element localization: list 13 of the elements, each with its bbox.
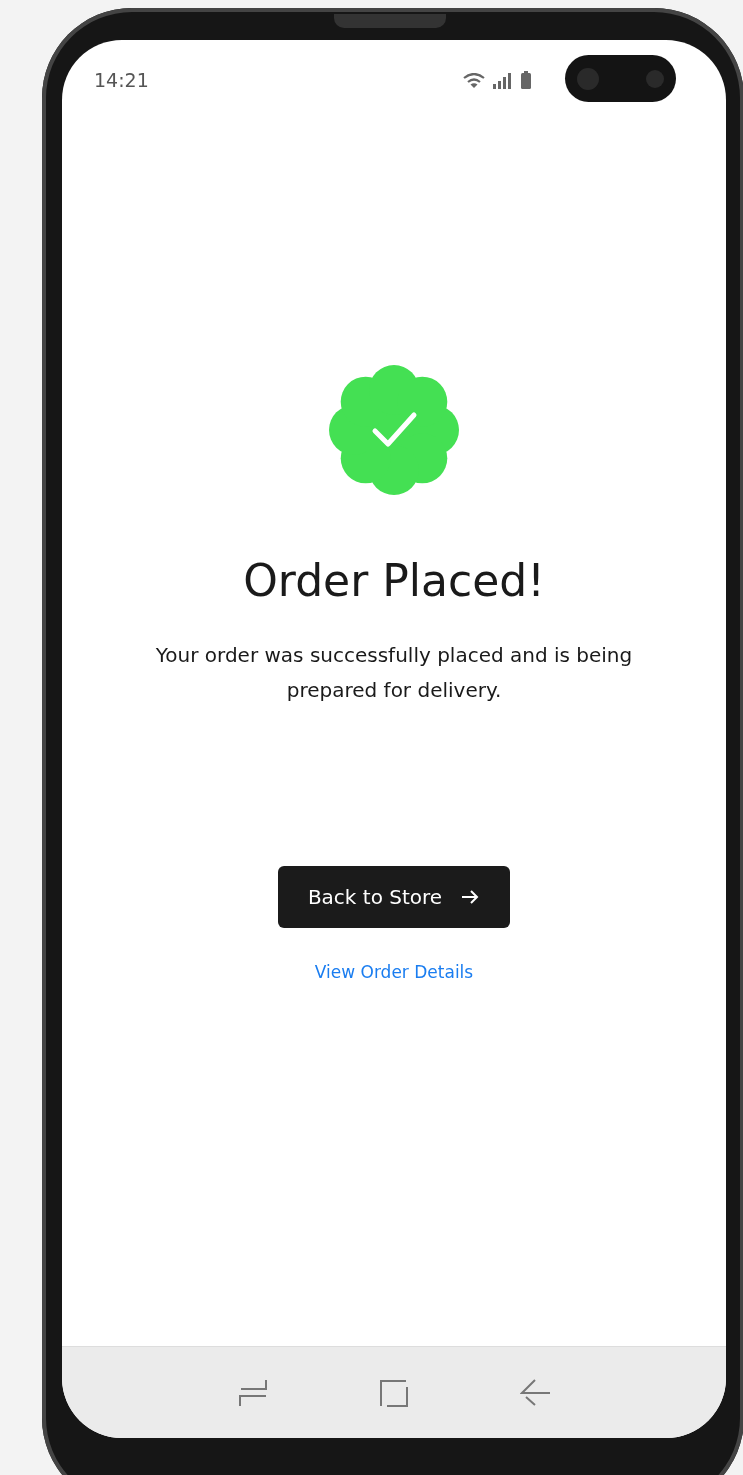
- signal-icon: [493, 73, 513, 89]
- success-badge-icon: [329, 365, 459, 495]
- arrow-right-icon: [460, 889, 481, 905]
- status-time: 14:21: [94, 69, 149, 91]
- recent-apps-icon[interactable]: [237, 1378, 268, 1407]
- confirmation-title: Order Placed!: [243, 555, 545, 606]
- back-to-store-button[interactable]: Back to Store: [278, 866, 510, 928]
- home-icon[interactable]: [379, 1378, 409, 1407]
- order-details-link[interactable]: View Order Details: [314, 962, 474, 982]
- battery-icon: [521, 71, 531, 89]
- back-icon[interactable]: [520, 1378, 551, 1407]
- wifi-icon: [463, 73, 485, 89]
- confirmation-message: Your order was successfully placed and is being prepared for delivery.: [154, 642, 634, 704]
